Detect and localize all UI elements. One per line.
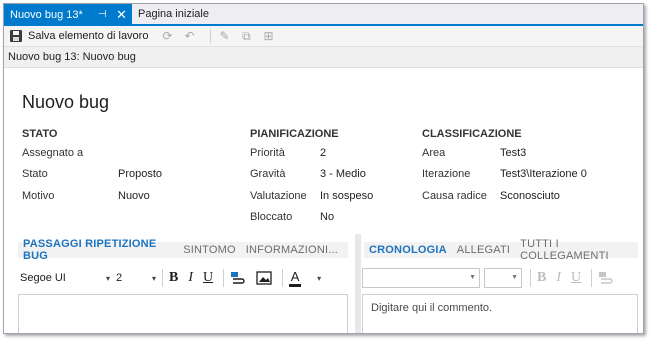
field-label-assegnato: Assegnato a [22,147,84,159]
edit-icon[interactable]: ✎ [217,29,231,43]
tab-cronologia[interactable]: CRONOLOGIA [369,244,447,256]
field-label-causa-radice: Causa radice [422,190,487,202]
close-icon[interactable]: ✕ [116,7,127,23]
section-pianificazione-header: PIANIFICAZIONE [250,128,339,140]
chevron-down-icon: ▾ [151,273,156,283]
italic-button[interactable]: I [188,270,193,286]
section-stato-header: STATO [22,128,58,140]
underline-button[interactable]: U [203,270,213,286]
field-label-area: Area [422,147,446,159]
refresh-icon[interactable]: ⟳ [160,29,174,43]
field-label-valutazione: Valutazione [250,190,307,202]
left-editor-toolbar: Segoe UI ▾ 2 ▾ B I U A ▾ [18,266,348,290]
tab-informazioni[interactable]: INFORMAZIONI... [246,244,338,256]
insert-link-icon[interactable] [230,271,246,285]
field-value-iterazione[interactable]: Test3\Iterazione 0 [500,168,587,180]
field-label-gravita: Gravità [250,168,286,180]
toolbar-separator [282,269,284,287]
field-value-valutazione[interactable]: In sospeso [320,190,373,202]
font-family-dropdown-disabled[interactable]: ▼ [362,268,480,288]
comment-placeholder: Digitare qui il commento. [371,302,493,314]
field-value-motivo[interactable]: Nuovo [118,190,150,202]
insert-link-icon-disabled[interactable] [598,271,614,285]
field-value-area[interactable]: Test3 [500,147,526,159]
work-item-window: Nuovo bug 13* ⊣ ✕ Pagina iniziale Salva … [3,3,644,334]
font-family-dropdown[interactable]: Segoe UI ▾ [18,272,110,284]
field-label-priorita: Priorità [250,147,285,159]
insert-image-icon[interactable] [256,271,272,285]
repro-steps-editor[interactable] [18,294,348,333]
template-icon[interactable]: ⊞ [261,29,275,43]
font-color-button[interactable]: A [289,269,302,287]
field-label-motivo: Motivo [22,190,55,202]
left-tab-strip: PASSAGGI RIPETIZIONE BUG SINTOMO INFORMA… [18,238,348,262]
comment-editor[interactable]: Digitare qui il commento. [362,294,638,333]
field-value-gravita[interactable]: 3 - Medio [320,168,366,180]
toolbar-separator [210,29,212,43]
tab-nuovo-bug-13[interactable]: Nuovo bug 13* ⊣ ✕ [4,4,132,26]
toolbar-separator [591,269,593,287]
field-value-bloccato[interactable]: No [320,211,334,223]
underline-button-disabled[interactable]: U [571,270,581,286]
font-family-value: Segoe UI [20,272,66,284]
tab-pagina-iniziale[interactable]: Pagina iniziale [138,8,209,20]
tab-passaggi-ripetizione[interactable]: PASSAGGI RIPETIZIONE BUG [23,238,173,262]
save-icon [10,30,22,42]
tab-tutti-collegamenti[interactable]: TUTTI I COLLEGAMENTI [520,238,628,262]
chevron-down-icon: ▼ [469,274,476,281]
work-item-title[interactable]: Nuovo bug [22,92,109,113]
document-tab-strip: Nuovo bug 13* ⊣ ✕ Pagina iniziale [4,4,643,26]
right-editor-toolbar: ▼ ▼ B I U [362,266,642,290]
chevron-down-icon: ▼ [511,274,518,281]
work-item-title-bar: Nuovo bug 13: Nuovo bug [4,46,643,68]
work-item-toolbar: Salva elemento di lavoro ⟳ ↶ ✎ ⧉ ⊞ [4,26,643,46]
chevron-down-icon: ▾ [105,273,110,283]
right-tab-strip: CRONOLOGIA ALLEGATI TUTTI I COLLEGAMENTI [364,238,638,262]
save-work-item-button[interactable]: Salva elemento di lavoro [4,27,160,45]
save-label: Salva elemento di lavoro [28,30,149,42]
field-value-priorita[interactable]: 2 [320,147,326,159]
font-color-swatch [289,284,302,287]
undo-icon[interactable]: ↶ [182,29,196,43]
field-label-iterazione: Iterazione [422,168,471,180]
tab-allegati[interactable]: ALLEGATI [457,244,510,256]
section-classificazione-header: CLASSIFICAZIONE [422,128,522,140]
font-size-value: 2 [116,272,123,284]
field-label-bloccato: Bloccato [250,211,293,223]
toolbar-separator [223,269,225,287]
font-size-dropdown[interactable]: 2 ▾ [116,272,156,284]
more-options-icon[interactable]: ▾ [317,274,321,283]
work-item-caption: Nuovo bug 13: Nuovo bug [8,51,136,63]
italic-button-disabled[interactable]: I [556,270,561,286]
pane-divider[interactable] [355,234,361,333]
copy-icon[interactable]: ⧉ [239,29,253,44]
bold-button[interactable]: B [169,270,178,286]
tab-label: Nuovo bug 13* [10,9,83,21]
bold-button-disabled[interactable]: B [537,270,546,286]
field-value-causa-radice[interactable]: Sconosciuto [500,190,560,202]
font-color-letter: A [290,269,300,284]
toolbar-separator [530,269,531,287]
pin-icon[interactable]: ⊣ [98,9,107,20]
font-size-dropdown-disabled[interactable]: ▼ [484,268,522,288]
tab-sintomo[interactable]: SINTOMO [183,244,236,256]
toolbar-separator [162,269,163,287]
field-value-stato[interactable]: Proposto [118,168,162,180]
field-label-stato: Stato [22,168,48,180]
